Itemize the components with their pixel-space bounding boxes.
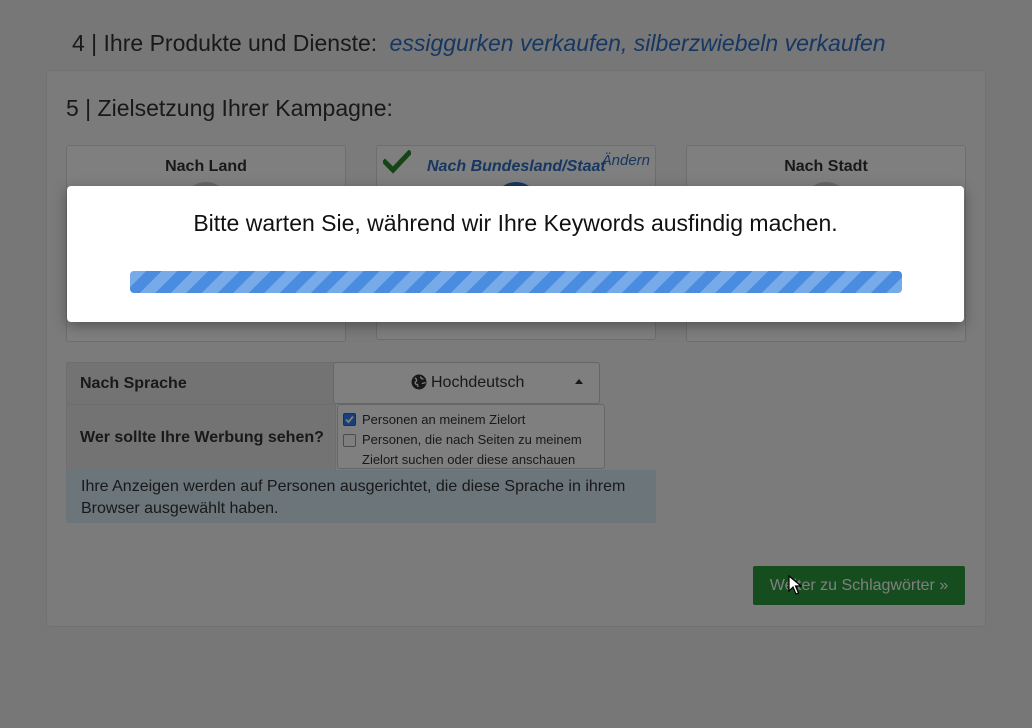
- loading-message: Bitte warten Sie, während wir Ihre Keywo…: [193, 210, 838, 236]
- progress-bar-fill: [130, 271, 902, 293]
- modal-backdrop: [0, 0, 1032, 728]
- progress-bar: [130, 271, 902, 293]
- mouse-cursor-icon: [788, 575, 802, 595]
- loading-modal: Bitte warten Sie, während wir Ihre Keywo…: [67, 186, 964, 322]
